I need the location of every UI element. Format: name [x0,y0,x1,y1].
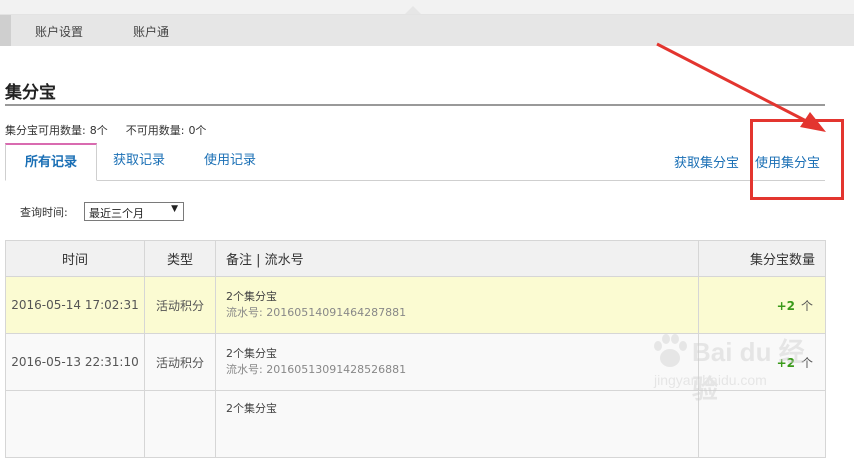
header-time: 时间 [5,240,145,277]
available-label: 集分宝可用数量: [5,124,86,137]
subnav-item-account-pass[interactable]: 账户通 [133,23,169,40]
cell-amount: +2 个 [698,276,826,334]
sub-navigation: 账户设置 账户通 [0,15,854,46]
cell-type [144,390,216,458]
page-title: 集分宝 [5,83,56,103]
table-header-row: 时间 类型 备注 | 流水号 集分宝数量 [5,240,826,277]
cell-time: 2016-05-13 22:31:10 [5,333,145,391]
watermark-site: jingyan.baidu.com [654,372,767,388]
watermark-brand: Bai du 经验 [692,337,805,404]
points-summary: 集分宝可用数量: 8个 不可用数量: 0个 [5,122,206,138]
query-time-label: 查询时间: [20,206,68,219]
cell-note: 2个集分宝 流水号: 20160514091464287881 [215,276,699,334]
header-amount: 集分宝数量 [698,240,826,277]
get-points-link[interactable]: 获取集分宝 [674,152,739,171]
title-divider [5,104,825,106]
tab-all-records[interactable]: 所有记录 [5,143,97,181]
top-strip [0,0,854,15]
unavailable-label: 不可用数量: [125,124,185,137]
subnav-left-cap [0,15,11,46]
header-note: 备注 | 流水号 [215,240,699,277]
tab-use-records[interactable]: 使用记录 [204,143,256,179]
available-value: 8个 [89,124,108,137]
amount-unit: 个 [800,298,813,313]
time-range-select[interactable]: 最近三个月 ▼ [84,202,184,221]
menu-pointer-icon [405,6,421,14]
annotation-highlight-box [750,119,844,200]
table-row: 2016-05-14 17:02:31 活动积分 2个集分宝 流水号: 2016… [5,276,826,334]
paw-logo-icon [654,334,687,367]
tab-earn-records[interactable]: 获取记录 [113,143,165,179]
serial-number: 流水号: 20160513091428526881 [226,363,407,376]
cell-time [5,390,145,458]
cell-note: 2个集分宝 [215,390,699,458]
header-type: 类型 [144,240,216,277]
watermark: Bai du 经验 jingyan.baidu.com [648,328,808,404]
cell-type: 活动积分 [144,276,216,334]
cell-type: 活动积分 [144,333,216,391]
chevron-down-icon: ▼ [171,204,178,214]
note-text: 2个集分宝 [226,290,277,303]
amount-value: +2 [776,298,795,313]
cell-time: 2016-05-14 17:02:31 [5,276,145,334]
cell-note: 2个集分宝 流水号: 20160513091428526881 [215,333,699,391]
unavailable-value: 0个 [188,124,207,137]
subnav-item-account-settings[interactable]: 账户设置 [35,23,83,40]
note-text: 2个集分宝 [226,347,277,360]
note-text: 2个集分宝 [226,402,277,415]
serial-number: 流水号: 20160514091464287881 [226,306,407,319]
time-range-value: 最近三个月 [89,207,144,220]
